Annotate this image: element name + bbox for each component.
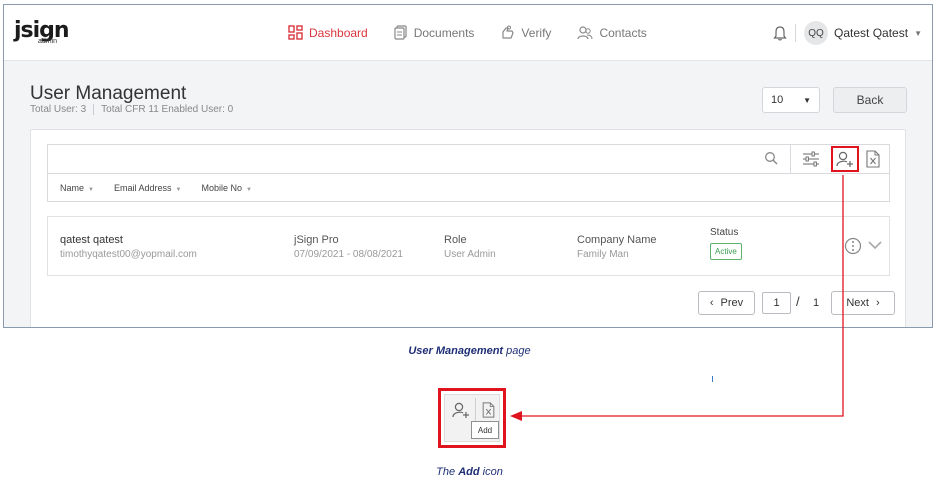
callout-line: [520, 175, 844, 417]
callout-arrowhead: [510, 411, 522, 421]
callout-connector: [510, 175, 844, 421]
